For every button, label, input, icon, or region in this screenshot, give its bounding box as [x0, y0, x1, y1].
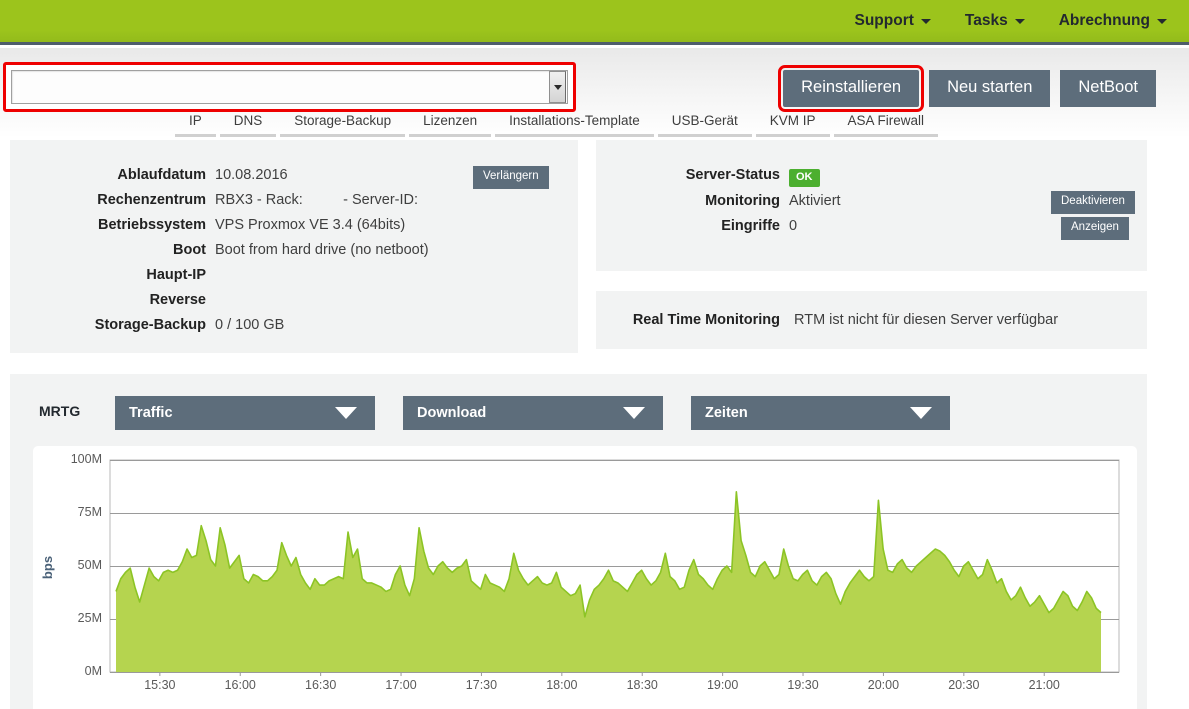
info-key: Reverse: [149, 292, 206, 308]
mrtg-direction-dropdown[interactable]: Download: [403, 396, 663, 430]
netboot-button[interactable]: NetBoot: [1060, 70, 1156, 107]
chevron-down-icon: [910, 407, 932, 419]
status-panel: Server-Status OK Monitoring Aktiviert Ei…: [596, 140, 1147, 271]
status-key: Monitoring: [705, 193, 780, 209]
info-value: 10.08.2016: [215, 167, 288, 183]
tab-ip[interactable]: IP: [175, 113, 216, 137]
status-value: 0: [789, 218, 798, 234]
server-info-panel: Ablaufdatum 10.08.2016 Rechenzentrum RBX…: [10, 140, 578, 353]
tab-lizenzen[interactable]: Lizenzen: [409, 113, 492, 137]
nav-item-label: Abrechnung: [1058, 12, 1150, 29]
info-row-betriebssystem: Betriebssystem VPS Proxmox VE 3.4 (64bit…: [10, 217, 405, 233]
info-value: RBX3 - Rack: - Server-ID:: [215, 192, 419, 208]
info-key: Storage-Backup: [94, 317, 206, 333]
tab-kvm-ip[interactable]: KVM IP: [755, 113, 830, 137]
info-row-boot: Boot Boot from hard drive (no netboot): [10, 242, 429, 258]
dropdown-label: Zeiten: [705, 405, 748, 421]
chevron-down-icon: [1157, 18, 1167, 24]
status-value: Aktiviert: [789, 193, 841, 209]
tab-storage-backup[interactable]: Storage-Backup: [280, 113, 406, 137]
server-select-highlight: [3, 62, 576, 112]
chart-x-tick-label: 17:30: [465, 678, 498, 692]
nav-item-label: Support: [854, 12, 914, 29]
info-row-storage-backup: Storage-Backup 0 / 100 GB: [10, 317, 285, 333]
traffic-area-chart: [109, 459, 1120, 676]
nav-item-label: Tasks: [964, 12, 1008, 29]
nav-item-abrechnung[interactable]: Abrechnung: [1059, 12, 1167, 30]
rtm-value: RTM ist nicht für diesen Server verfügba…: [794, 312, 1059, 328]
chevron-down-icon: [623, 407, 645, 419]
chart-x-tick-label: 20:30: [948, 678, 980, 692]
chevron-down-icon: [1014, 18, 1025, 24]
mrtg-period-dropdown[interactable]: Zeiten: [691, 396, 950, 430]
info-key: Betriebssystem: [98, 217, 206, 233]
info-value: VPS Proxmox VE 3.4 (64bits): [215, 217, 406, 233]
nav-item-support[interactable]: Support: [855, 12, 931, 30]
nav-item-tasks[interactable]: Tasks: [965, 12, 1025, 30]
info-key: Rechenzentrum: [97, 192, 206, 208]
mrtg-metric-dropdown[interactable]: Traffic: [115, 396, 375, 430]
chart-x-tick-label: 18:30: [626, 678, 658, 692]
chart-x-tick-label: 15:30: [144, 678, 176, 692]
server-action-buttons: Reinstallieren Neu starten NetBoot: [778, 65, 1156, 112]
info-key: Boot: [172, 242, 206, 258]
mrtg-chart-card: 0M 25M 50M 75M 100M 15:30 16:00 16:30 17:00 17:30…: [33, 446, 1137, 709]
mrtg-label: MRTG: [39, 403, 81, 419]
tab-strip: IP DNS Storage-Backup Lizenzen Installat…: [175, 113, 942, 137]
tab-installations-template[interactable]: Installations-Template: [495, 113, 654, 137]
status-key: Eingriffe: [721, 218, 780, 234]
status-badge: OK: [789, 169, 820, 187]
tab-asa-firewall[interactable]: ASA Firewall: [833, 113, 939, 137]
deactivate-monitoring-button[interactable]: Deaktivieren: [1051, 191, 1135, 214]
info-value: 0 / 100 GB: [215, 317, 285, 333]
show-interventions-button[interactable]: Anzeigen: [1061, 217, 1129, 240]
dropdown-label: Download: [417, 405, 487, 421]
chevron-down-icon: [335, 407, 357, 419]
info-row-reverse: Reverse: [10, 292, 215, 308]
chart-y-tick-label: 25M: [77, 611, 102, 625]
extend-button[interactable]: Verlängern: [473, 166, 549, 189]
server-select[interactable]: [11, 70, 568, 104]
server-select-dropdown-button[interactable]: [549, 71, 566, 103]
status-badge-wrap: OK: [789, 167, 820, 187]
reboot-button[interactable]: Neu starten: [929, 70, 1051, 107]
tab-usb-geraet[interactable]: USB-Gerät: [657, 113, 752, 137]
info-value: Boot from hard drive (no netboot): [215, 242, 429, 258]
status-row-server-status: Server-Status OK: [596, 167, 820, 187]
rtm-row: Real Time Monitoring RTM ist nicht für d…: [596, 312, 1058, 328]
chart-x-tick-label: 18:00: [546, 678, 578, 692]
info-row-ablaufdatum: Ablaufdatum 10.08.2016: [10, 167, 288, 183]
chevron-down-icon: [553, 84, 562, 90]
chart-y-tick-label: 0M: [84, 664, 102, 678]
info-row-haupt-ip: Haupt-IP: [10, 267, 215, 283]
chart-x-tick-label: 20:00: [867, 678, 900, 692]
reinstall-button[interactable]: Reinstallieren: [778, 65, 925, 112]
dropdown-label: Traffic: [129, 405, 173, 421]
chart-x-tick-label: 21:00: [1028, 678, 1060, 692]
status-row-monitoring: Monitoring Aktiviert: [596, 193, 841, 209]
chart-x-tick-label: 17:00: [385, 678, 417, 692]
chart-x-tick-label: 16:00: [224, 678, 256, 692]
tab-dns[interactable]: DNS: [219, 113, 277, 137]
chart-x-tick-label: 16:30: [305, 678, 337, 692]
status-row-eingriffe: Eingriffe 0: [596, 218, 797, 234]
real-time-monitoring-panel: Real Time Monitoring RTM ist nicht für d…: [596, 291, 1147, 349]
info-key: Haupt-IP: [146, 267, 206, 283]
chart-y-tick-label: 100M: [70, 452, 102, 466]
info-row-rechenzentrum: Rechenzentrum RBX3 - Rack: - Server-ID:: [10, 192, 418, 208]
rtm-key: Real Time Monitoring: [632, 312, 780, 328]
chart-y-axis-title: bps: [40, 555, 56, 580]
chart-y-tick-label: 75M: [77, 505, 102, 519]
top-navigation-bar: Support Tasks Abrechnung: [0, 0, 1189, 45]
info-key: Ablaufdatum: [117, 167, 206, 183]
chart-x-tick-label: 19:30: [787, 678, 819, 692]
status-key: Server-Status: [685, 167, 780, 183]
chevron-down-icon: [920, 18, 931, 24]
chart-x-tick-label: 19:00: [706, 678, 739, 692]
